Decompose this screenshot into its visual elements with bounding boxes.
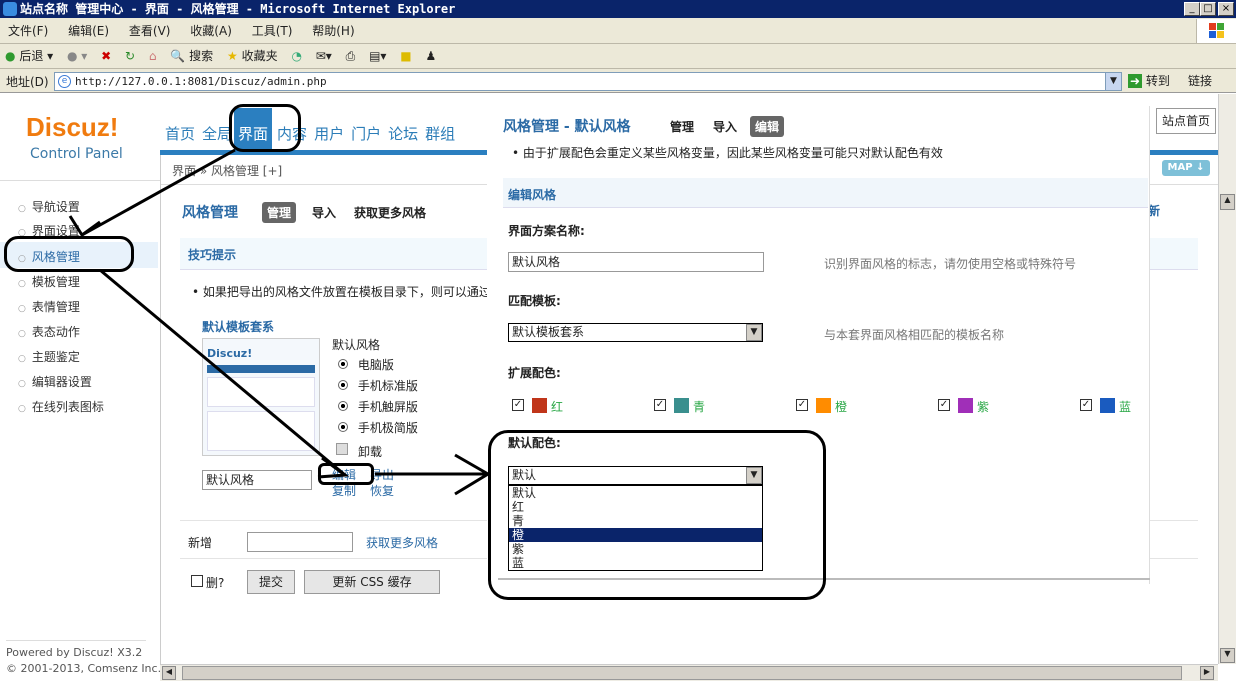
arrow-sidebar-to-edit — [99, 268, 346, 477]
annotation-arrows — [68, 148, 491, 496]
arrow-nav-to-sidebar — [81, 148, 236, 237]
arrowhead-sidebar — [68, 215, 101, 238]
arrowhead-edit — [317, 456, 350, 479]
